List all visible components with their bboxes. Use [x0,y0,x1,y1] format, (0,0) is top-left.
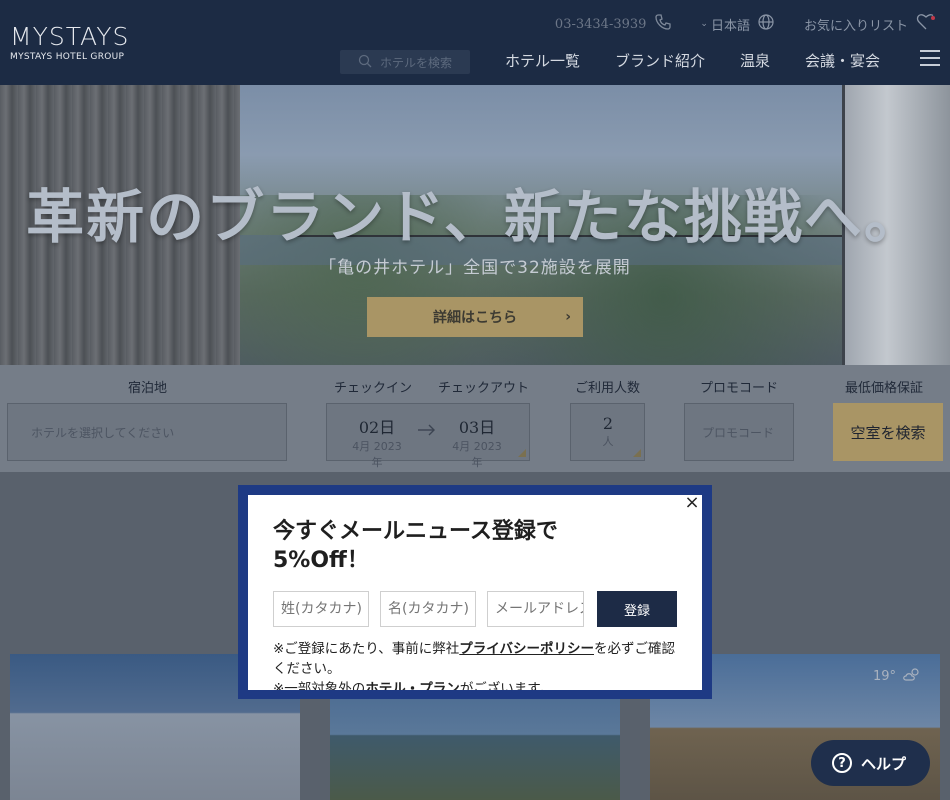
checkin-label: チェックイン [334,381,413,396]
lastname-input[interactable] [273,591,369,627]
checkin-month: 4月 2023年 [352,440,402,469]
help-button[interactable]: ? ヘルプ [811,740,930,786]
checkout-label: チェックアウト [438,381,530,396]
logo-sub: MYSTAYS HOTEL GROUP [10,52,125,62]
hotel-plan-link[interactable]: ホテル・プラン [365,681,460,690]
guests-label: ご利用人数 [575,381,641,396]
hero-banner: 革新のブランド、新たな挑戦へ。 「亀の井ホテル」全国で32施設を展開 詳細はこち… [0,85,950,365]
favorites-label: お気に入りリスト [803,18,908,34]
checkout-month: 4月 2023年 [452,440,502,469]
globe-icon [758,14,774,34]
destination-placeholder: ホテルを選択してください [31,426,175,440]
hero-details-label: 詳細はこちら [433,310,517,326]
corner-indicator [518,449,526,457]
promo-code-input[interactable]: プロモコード [684,403,794,461]
chevron-down-icon: ⌄ [700,19,708,29]
promo-label: プロモコード [700,381,779,396]
privacy-policy-link[interactable]: プライバシーポリシー [459,641,594,657]
best-price-label: 最低価格保証 [845,381,924,396]
modal-title: 今すぐメールニュース登録で 5%Off！ [273,517,558,575]
heart-icon [916,13,936,35]
main-nav: ホテル一覧 ブランド紹介 温泉 会議・宴会 [505,50,915,71]
nav-meetings[interactable]: 会議・宴会 [805,50,880,71]
modal-title-line1: 今すぐメールニュース登録で [273,519,558,544]
corner-indicator [633,449,641,457]
hero-subtitle: 「亀の井ホテル」全国で32施設を展開 [319,258,631,278]
chevron-right-icon: › [565,309,571,325]
guests-unit: 人 [602,435,614,448]
language-label: 日本語 [710,18,750,34]
checkout-day: 03日 [458,418,496,437]
date-picker[interactable]: 02日 4月 2023年 03日 4月 2023年 [326,403,530,469]
topbar: 03-3434-3939 ⌄ 日本語 お気に入りリスト [555,14,936,34]
checkout-date[interactable]: 03日 4月 2023年 [447,414,507,470]
search-availability-button[interactable]: 空室を検索 [833,403,943,461]
help-label: ヘルプ [861,754,907,773]
temperature: 19° [872,668,896,684]
promo-placeholder: プロモコード [702,426,775,440]
guests-display: 2 人 [578,414,638,449]
note-text: ※一部対象外の [273,681,366,690]
modal-notes: ※ご登録にあたり、事前に弊社プライバシーポリシーを必ずご確認ください。 ※一部対… [273,639,678,690]
language-selector[interactable]: ⌄ 日本語 [700,14,774,34]
hero-title: 革新のブランド、新たな挑戦へ。 [26,183,924,251]
hero-details-button[interactable]: 詳細はこちら › [367,297,583,337]
email-input[interactable] [487,591,584,627]
note-text: がございます。 [459,681,553,690]
logo-main: MYSTAYS [10,22,130,51]
modal-title-line2: 5%Off！ [273,548,369,573]
close-icon[interactable]: × [683,494,701,512]
logo[interactable]: MYSTAYS MYSTAYS HOTEL GROUP [10,22,129,63]
favorites-link[interactable]: お気に入りリスト [804,13,936,35]
menu-icon[interactable] [920,50,940,68]
firstname-input[interactable] [380,591,476,627]
nav-onsen[interactable]: 温泉 [740,50,770,71]
guests-select[interactable]: 2 人 [570,403,645,461]
newsletter-modal: 今すぐメールニュース登録で 5%Off！ 登録 ※ご登録にあたり、事前に弊社プラ… [248,495,702,690]
cloud-sun-icon [902,666,922,686]
destination-label: 宿泊地 [128,381,168,396]
register-button[interactable]: 登録 [597,591,677,627]
hotel-search-input[interactable]: ホテルを検索 [340,50,470,74]
nav-brands[interactable]: ブランド紹介 [615,50,705,71]
checkin-date[interactable]: 02日 4月 2023年 [347,414,407,470]
booking-bar: 宿泊地 ホテルを選択してください チェックイン チェックアウト 02日 4月 2… [0,365,950,472]
phone-icon[interactable] [654,13,672,35]
site-header: MYSTAYS MYSTAYS HOTEL GROUP 03-3434-3939… [0,0,950,85]
weather-badge: 19° [873,666,922,686]
search-placeholder: ホテルを検索 [380,55,453,70]
note-text: ※ご登録にあたり、事前に弊社 [273,641,460,657]
guests-value: 2 [602,414,614,433]
arrow-right-icon [417,422,437,442]
exclusion-note: ※一部対象外のホテル・プランがございます。 [273,679,678,690]
nav-hotels[interactable]: ホテル一覧 [505,50,580,71]
destination-select[interactable]: ホテルを選択してください [7,403,287,461]
checkin-day: 02日 [358,418,396,437]
search-icon [358,54,372,71]
phone-number[interactable]: 03-3434-3939 [555,17,647,32]
question-icon: ? [832,753,852,773]
privacy-note: ※ご登録にあたり、事前に弊社プライバシーポリシーを必ずご確認ください。 [273,639,678,679]
